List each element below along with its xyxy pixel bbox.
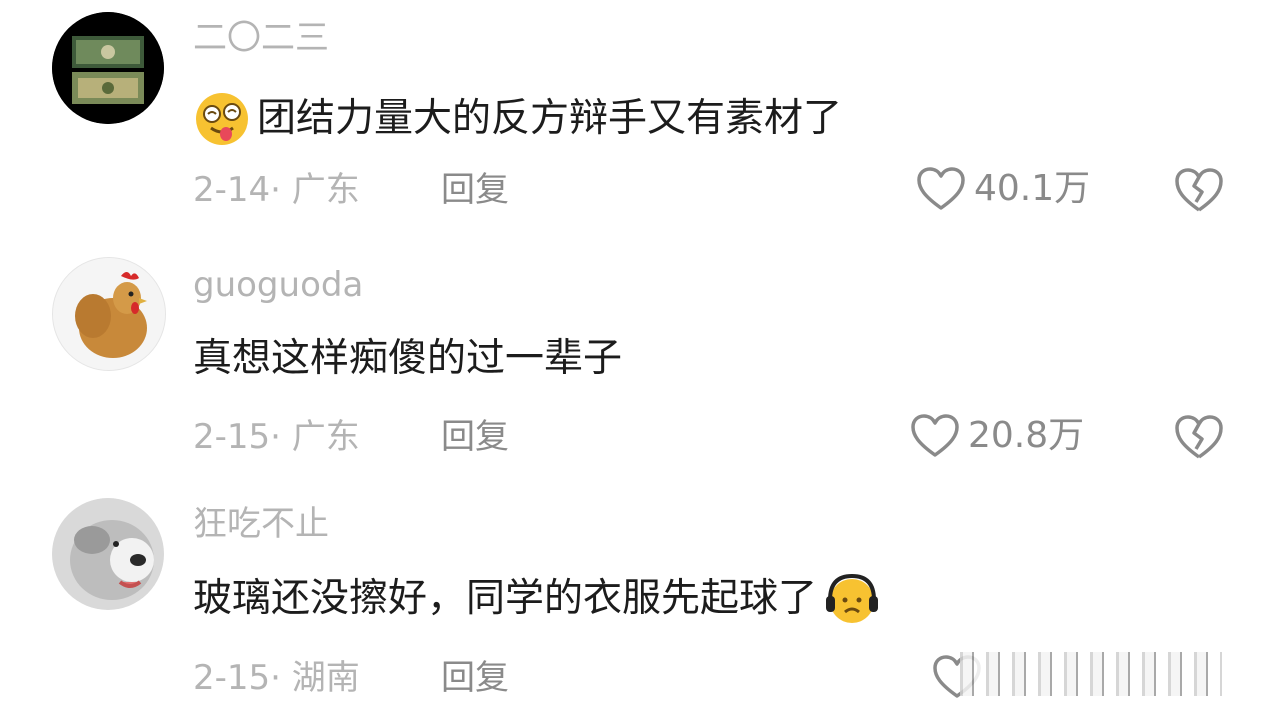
like-count: 40.1万 (974, 168, 1091, 209)
dislike-button[interactable] (1174, 166, 1224, 214)
dislike-button[interactable] (1174, 413, 1224, 461)
comment-text: 团结力量大的反方辩手又有素材了 (193, 90, 842, 148)
like-count: 20.8万 (968, 415, 1085, 456)
comment-text: 真想这样痴傻的过一辈子 (193, 335, 622, 383)
comment-date-location: 2-14· 广东 (193, 170, 360, 210)
comment-date-location: 2-15· 广东 (193, 417, 360, 457)
reply-button[interactable]: 回复 (441, 170, 509, 210)
broken-heart-icon (1174, 166, 1224, 214)
banknote-avatar[interactable] (52, 12, 164, 124)
comment-username[interactable]: 狂吃不止 (193, 504, 329, 544)
comment-username[interactable]: 二〇二三 (193, 18, 329, 58)
comment-text-content: 团结力量大的反方辩手又有素材了 (257, 96, 843, 141)
like-button[interactable]: 20.8万 (910, 413, 1084, 459)
comment-text: 玻璃还没擦好，同学的衣服先起球了 (193, 570, 881, 628)
heart-icon (910, 413, 960, 459)
comment-item: guoguoda 真想这样痴傻的过一辈子 2-15· 广东 回复 20.8万 (0, 245, 1280, 485)
comment-date-location: 2-15· 湖南 (193, 658, 360, 698)
broken-heart-icon (1174, 413, 1224, 461)
comment-text-content: 真想这样痴傻的过一辈子 (193, 336, 623, 381)
chicken-avatar[interactable] (52, 257, 166, 371)
comment-username[interactable]: guoguoda (193, 265, 363, 305)
image-artifact (960, 652, 1222, 696)
heart-icon (916, 166, 966, 212)
reply-button[interactable]: 回复 (441, 658, 509, 698)
otter-avatar[interactable] (52, 498, 164, 610)
reply-button[interactable]: 回复 (441, 417, 509, 457)
dizzy-tongue-emoji-icon (193, 90, 251, 148)
headphones-sad-emoji-icon (823, 570, 881, 628)
comment-text-content: 玻璃还没擦好，同学的衣服先起球了 (193, 576, 818, 621)
comment-item: 二〇二三 团结力量大的反方辩手又有素材了 2-14· 广东 回复 40.1万 (0, 0, 1280, 240)
like-button[interactable]: 40.1万 (916, 166, 1090, 212)
